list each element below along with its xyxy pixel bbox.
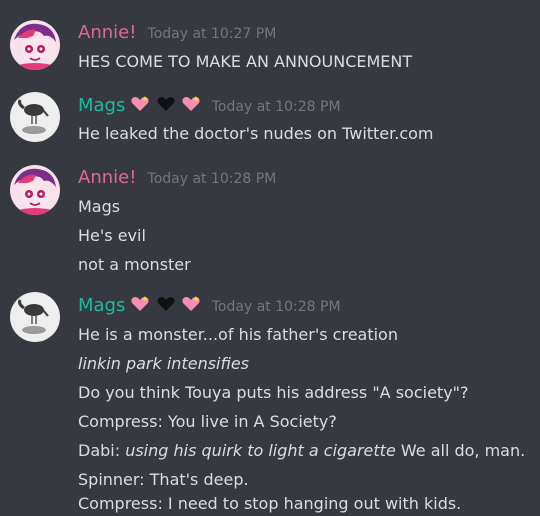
message-text: Mags	[78, 197, 121, 216]
timestamp: Today at 10:28 PM	[211, 99, 341, 115]
message-text: not a monster	[78, 255, 191, 274]
username[interactable]: Annie!	[78, 22, 136, 43]
message-text: Spinner: That's deep.	[78, 470, 249, 489]
sparkling-heart-icon	[182, 96, 200, 111]
timestamp: Today at 10:28 PM	[147, 171, 277, 187]
sparkling-heart-icon	[182, 296, 200, 311]
chat-log: Annie! Today at 10:27 PM HES COME TO MAK…	[0, 0, 540, 516]
sparkling-heart-icon	[131, 96, 150, 111]
message-text: Compress: I need to stop hanging out wit…	[78, 494, 462, 513]
message-text-prefix: Dabi:	[78, 441, 126, 460]
message-text: He is a monster...of his father's creati…	[78, 325, 398, 344]
message-text: Compress: You live in A Society?	[78, 412, 337, 431]
message-text: Do you think Touya puts his address "A s…	[78, 383, 469, 402]
message-header: Annie! Today at 10:27 PM	[78, 22, 276, 46]
message-text: He leaked the doctor's nudes on Twitter.…	[78, 124, 434, 143]
timestamp: Today at 10:28 PM	[211, 299, 341, 315]
message-text: HES COME TO MAKE AN ANNOUNCEMENT	[78, 52, 413, 71]
message-text: linkin park intensifies	[78, 354, 249, 373]
username[interactable]: Mags	[78, 95, 125, 116]
avatar[interactable]	[10, 165, 60, 215]
username[interactable]: Mags	[78, 295, 125, 316]
username[interactable]: Annie!	[78, 167, 136, 188]
message-header: Mags Today at 10:28 PM	[78, 94, 341, 118]
avatar[interactable]	[10, 20, 60, 70]
black-heart-icon	[156, 297, 175, 311]
message-header: Mags Today at 10:28 PM	[78, 294, 341, 318]
message-header: Annie! Today at 10:28 PM	[78, 167, 276, 191]
black-heart-icon	[156, 97, 175, 111]
message-text-suffix: We all do, man.	[395, 441, 526, 460]
message-text-italic: using his quirk to light a cigarette	[125, 441, 396, 460]
message-text: He's evil	[78, 226, 146, 245]
avatar[interactable]	[10, 292, 60, 342]
timestamp: Today at 10:27 PM	[147, 26, 277, 42]
message-text: Dabi: using his quirk to light a cigaret…	[78, 441, 525, 461]
avatar[interactable]	[10, 92, 60, 142]
sparkling-heart-icon	[131, 296, 150, 311]
